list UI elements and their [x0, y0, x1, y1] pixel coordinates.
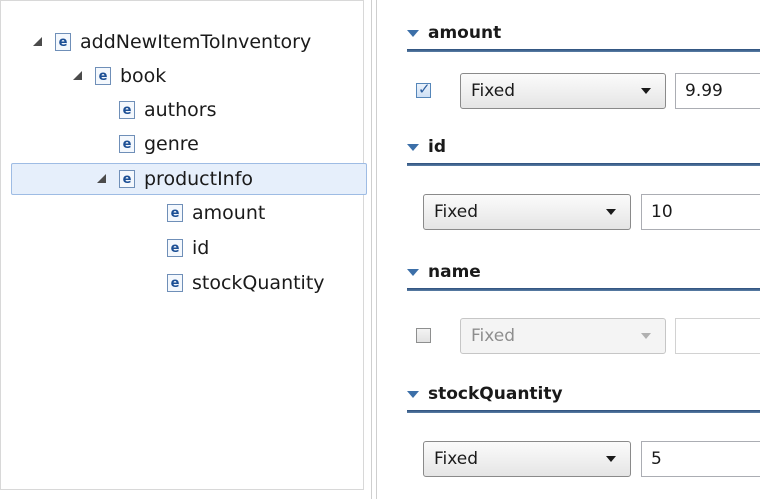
- stockquantity-value-input[interactable]: 5: [641, 441, 760, 477]
- id-mode-dropdown[interactable]: Fixed: [423, 194, 631, 230]
- dropdown-value: Fixed: [471, 81, 516, 101]
- tree-node-label: authors: [144, 99, 217, 121]
- section-title: name: [428, 262, 481, 282]
- tree-node-label: amount: [192, 202, 266, 224]
- element-icon: e: [119, 101, 135, 119]
- stockquantity-mode-dropdown[interactable]: Fixed: [423, 441, 631, 477]
- tree-node-label: stockQuantity: [192, 272, 325, 294]
- section-header-amount[interactable]: amount: [407, 18, 501, 48]
- input-value: 10: [651, 202, 673, 222]
- caret-down-icon[interactable]: [407, 29, 419, 37]
- tree-node-amount[interactable]: e amount: [167, 198, 265, 228]
- section-header-id[interactable]: id: [407, 132, 446, 162]
- dropdown-value: Fixed: [434, 449, 479, 469]
- expanded-triangle-icon[interactable]: [95, 172, 109, 186]
- element-icon: e: [95, 67, 111, 85]
- chevron-down-icon: [641, 333, 651, 339]
- tree-node-addnewitemtoinventory[interactable]: e addNewItemToInventory: [31, 27, 311, 57]
- chevron-down-icon: [606, 456, 616, 462]
- section-title: amount: [428, 23, 502, 43]
- section-divider: [407, 163, 760, 166]
- element-icon: e: [119, 170, 135, 188]
- dropdown-value: Fixed: [434, 202, 479, 222]
- tree-node-label: addNewItemToInventory: [80, 31, 312, 53]
- element-icon: e: [167, 204, 183, 222]
- tree-node-authors[interactable]: e authors: [119, 95, 217, 125]
- tree-node-genre[interactable]: e genre: [119, 129, 199, 159]
- tree-node-label: book: [120, 65, 167, 87]
- section-header-name[interactable]: name: [407, 257, 481, 287]
- panel-divider[interactable]: [371, 0, 372, 499]
- caret-down-icon[interactable]: [407, 390, 419, 398]
- tree-node-id[interactable]: e id: [167, 233, 209, 263]
- section-divider: [407, 49, 760, 52]
- section-title: id: [428, 137, 446, 157]
- section-title: stockQuantity: [428, 384, 563, 404]
- name-mode-dropdown: Fixed: [460, 318, 666, 354]
- caret-down-icon[interactable]: [407, 143, 419, 151]
- element-icon: e: [167, 239, 183, 257]
- amount-enable-checkbox[interactable]: ✓: [416, 80, 431, 98]
- section-header-stockquantity[interactable]: stockQuantity: [407, 379, 563, 409]
- name-enable-checkbox[interactable]: [416, 328, 431, 343]
- tree-node-productinfo[interactable]: e productInfo: [95, 164, 253, 194]
- element-icon: e: [119, 135, 135, 153]
- element-icon: e: [167, 274, 183, 292]
- expanded-triangle-icon[interactable]: [71, 69, 85, 83]
- section-divider: [407, 410, 760, 413]
- tree-node-book[interactable]: e book: [71, 61, 166, 91]
- amount-mode-dropdown[interactable]: Fixed: [460, 73, 666, 109]
- chevron-down-icon: [641, 88, 651, 94]
- tree-node-stockquantity[interactable]: e stockQuantity: [167, 268, 325, 298]
- expanded-triangle-icon[interactable]: [31, 35, 45, 49]
- element-icon: e: [55, 33, 71, 51]
- tree-node-label: genre: [144, 133, 199, 155]
- tree-node-label: id: [192, 237, 210, 259]
- schema-tree: e addNewItemToInventory e book e authors…: [0, 0, 367, 490]
- panel-divider[interactable]: [376, 0, 377, 499]
- section-divider: [407, 288, 760, 291]
- caret-down-icon[interactable]: [407, 268, 419, 276]
- id-value-input[interactable]: 10: [641, 194, 760, 230]
- chevron-down-icon: [606, 209, 616, 215]
- checkmark-icon: ✓: [418, 80, 431, 98]
- dropdown-value: Fixed: [471, 326, 516, 346]
- input-value: 9.99: [685, 81, 723, 101]
- amount-value-input[interactable]: 9.99: [675, 73, 760, 109]
- name-value-input: [675, 318, 760, 354]
- input-value: 5: [651, 449, 662, 469]
- tree-node-label: productInfo: [144, 168, 254, 190]
